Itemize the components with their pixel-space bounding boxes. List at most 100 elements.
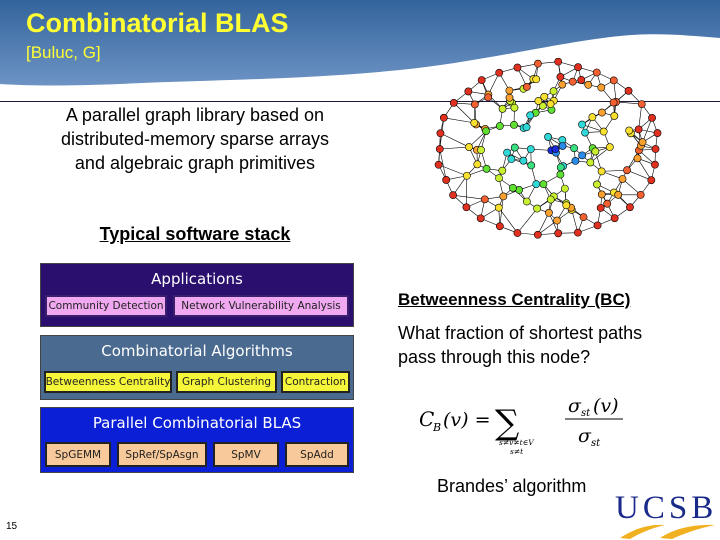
ucsb-logo-wave-icon [620, 524, 715, 539]
formula-numerator-arg: (v) [593, 395, 619, 417]
graph-node [462, 171, 471, 180]
graph-node [449, 191, 458, 200]
graph-node [533, 204, 542, 213]
graph-node [482, 127, 490, 135]
formula-numerator: σ [568, 395, 582, 417]
stack-layer-algorithms: Combinatorial Algorithms Betweenness Cen… [40, 335, 354, 400]
graph-node [610, 112, 619, 120]
stack-item: Community Detection [45, 295, 167, 317]
stack-heading: Typical software stack [99, 224, 291, 244]
graph-node [553, 216, 561, 225]
graph-node [532, 75, 541, 84]
graph-edge [453, 194, 485, 200]
graph-node [465, 143, 473, 151]
graph-node [435, 145, 444, 153]
graph-node [618, 175, 627, 183]
graph-node [623, 166, 631, 175]
graph-edge [439, 146, 470, 150]
formula-denominator-sub: st [591, 438, 601, 449]
graph-node [522, 197, 531, 206]
graph-node [574, 63, 582, 72]
graph-node [482, 164, 491, 173]
graph-node [534, 59, 542, 68]
stack-item: SpRef/SpAsgn [117, 442, 207, 467]
graph-node [562, 201, 571, 210]
graph-node [603, 199, 612, 208]
layer-title: Applications [151, 270, 243, 288]
formula-denominator: σ [578, 425, 592, 447]
graph-node [495, 68, 504, 77]
graph-node [573, 228, 582, 237]
graph-node [473, 160, 482, 169]
graph-node [633, 154, 642, 163]
graph-node [470, 118, 479, 127]
graph-network-icon [434, 58, 662, 239]
formula-lhs-arg: (v) = [443, 409, 491, 431]
stack-layer-applications: Applications Community Detection Network… [40, 263, 354, 327]
graph-node [626, 203, 634, 212]
graph-node [636, 190, 645, 199]
graph-node [579, 213, 588, 222]
graph-node [522, 123, 531, 132]
description-line: and algebraic graph primitives [74, 153, 316, 173]
graph-node [592, 68, 601, 77]
bc-question: What fraction of shortest paths pass thr… [398, 321, 698, 369]
graph-node [624, 86, 633, 95]
graph-node [545, 208, 553, 217]
formula-numerator-sub: st [581, 408, 591, 419]
graph-node [505, 86, 514, 95]
graph-node [586, 158, 595, 167]
graph-node [509, 184, 517, 192]
graph-node [558, 142, 567, 150]
graph-node [546, 195, 555, 204]
graph-node [609, 76, 618, 85]
graph-node [584, 80, 593, 89]
graph-node [653, 129, 662, 137]
graph-node [510, 143, 519, 152]
bc-formula: C B (v) = ∑ s≠v≠t∈V s≠t σ st (v) σ st [419, 395, 623, 456]
graph-node [526, 111, 535, 120]
graph-node [596, 203, 605, 212]
stack-item: Contraction [281, 371, 350, 393]
graph-node [558, 80, 567, 89]
question-line: What fraction of shortest paths [398, 323, 643, 343]
graph-node [480, 195, 489, 204]
graph-node [551, 145, 560, 154]
graph-node [533, 230, 542, 239]
graph-node [434, 160, 443, 169]
stack-item: SpMV [213, 442, 279, 467]
graph-edge [438, 164, 467, 177]
graph-node [597, 83, 606, 92]
graph-node [571, 156, 580, 165]
graph-node [495, 174, 503, 183]
graph-node [539, 180, 548, 189]
graph-node [554, 229, 563, 238]
library-description: A parallel graph library based on distri… [30, 103, 360, 175]
graph-node [598, 108, 606, 117]
stack-item: Betweenness Centrality [44, 371, 172, 393]
formula-sum-cond: s≠v≠t∈V [499, 438, 535, 447]
graph-node [513, 229, 522, 237]
graph-node [527, 161, 536, 170]
graph-node [513, 63, 522, 72]
graph-node [436, 129, 445, 138]
graph-node [593, 221, 602, 230]
graph-node [510, 120, 518, 129]
graph-node [556, 73, 565, 81]
graph-node [591, 147, 600, 156]
graph-node [549, 87, 558, 96]
graph-node [498, 166, 507, 175]
graph-edge [440, 133, 470, 148]
graph-node [597, 190, 606, 199]
graph-node [647, 176, 656, 185]
graph-node [544, 133, 552, 141]
graph-node [554, 58, 563, 66]
graph-node [503, 148, 511, 157]
graph-node [495, 222, 504, 231]
graph-node [560, 184, 569, 193]
graph-node [442, 176, 451, 184]
graph-node [476, 214, 485, 223]
graph-node [570, 144, 578, 153]
graph-node [462, 203, 471, 212]
graph-node [477, 146, 485, 154]
